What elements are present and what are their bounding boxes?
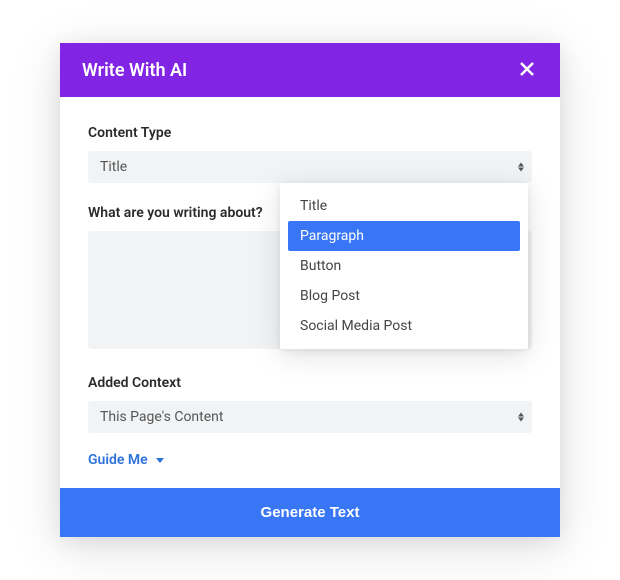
updown-caret-icon bbox=[518, 413, 524, 422]
dropdown-option-social-media-post[interactable]: Social Media Post bbox=[288, 311, 520, 341]
dropdown-option-button[interactable]: Button bbox=[288, 251, 520, 281]
dropdown-option-paragraph[interactable]: Paragraph bbox=[288, 221, 520, 251]
content-type-field-wrap: Title Title Paragraph Button Blog Post S… bbox=[88, 151, 532, 183]
guide-me-label: Guide Me bbox=[88, 452, 148, 468]
chevron-down-icon bbox=[156, 458, 164, 463]
added-context-select[interactable]: This Page's Content bbox=[88, 401, 532, 433]
added-context-field-wrap: Added Context This Page's Content bbox=[88, 375, 532, 433]
guide-me-link[interactable]: Guide Me bbox=[88, 452, 164, 468]
added-context-value: This Page's Content bbox=[100, 409, 223, 425]
modal-body: Content Type Title Title Paragraph Butto… bbox=[60, 97, 560, 488]
dropdown-option-blog-post[interactable]: Blog Post bbox=[288, 281, 520, 311]
dropdown-option-title[interactable]: Title bbox=[288, 191, 520, 221]
updown-caret-icon bbox=[518, 163, 524, 172]
modal-title: Write With AI bbox=[82, 60, 187, 81]
close-button[interactable] bbox=[516, 59, 538, 81]
close-icon bbox=[520, 61, 534, 80]
content-type-value: Title bbox=[100, 159, 127, 175]
content-type-label: Content Type bbox=[88, 125, 532, 141]
generate-text-label: Generate Text bbox=[261, 504, 360, 521]
generate-text-button[interactable]: Generate Text bbox=[60, 488, 560, 537]
content-type-select[interactable]: Title bbox=[88, 151, 532, 183]
modal-header: Write With AI bbox=[60, 43, 560, 97]
write-with-ai-modal: Write With AI Content Type Title Title P… bbox=[60, 43, 560, 537]
added-context-label: Added Context bbox=[88, 375, 532, 391]
content-type-dropdown: Title Paragraph Button Blog Post Social … bbox=[280, 183, 528, 349]
